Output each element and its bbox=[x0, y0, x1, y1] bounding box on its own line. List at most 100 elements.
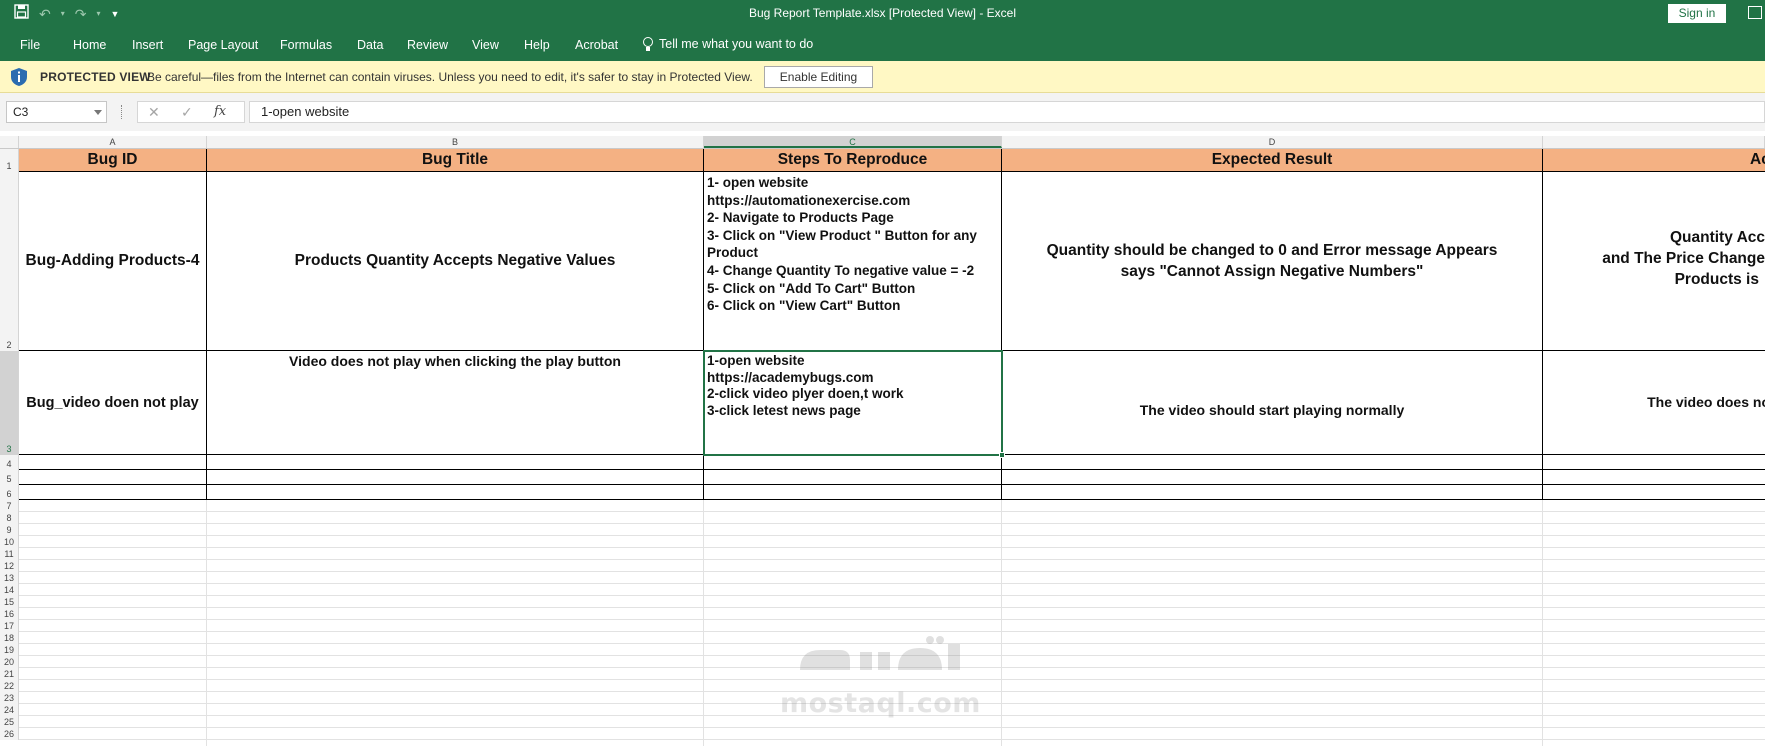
enable-editing-button[interactable]: Enable Editing bbox=[764, 66, 873, 88]
row-header-3[interactable]: 3 bbox=[0, 351, 19, 455]
header-cell-bug-id[interactable]: Bug ID bbox=[19, 149, 207, 172]
row-header-16[interactable]: 16 bbox=[0, 608, 19, 620]
formula-bar-resize-handle[interactable] bbox=[121, 105, 123, 119]
cell-a2[interactable]: Bug-Adding Products-4 bbox=[19, 172, 207, 351]
header-cell-bug-title[interactable]: Bug Title bbox=[207, 149, 704, 172]
row-header-22[interactable]: 22 bbox=[0, 680, 19, 692]
row-header-9[interactable]: 9 bbox=[0, 524, 19, 536]
row-header-12[interactable]: 12 bbox=[0, 560, 19, 572]
cell-d3[interactable]: The video should start playing normally bbox=[1002, 351, 1543, 455]
cell-a6[interactable] bbox=[19, 485, 207, 500]
row-header-6[interactable]: 6 bbox=[0, 485, 19, 500]
row-header-21[interactable]: 21 bbox=[0, 668, 19, 680]
row-header-11[interactable]: 11 bbox=[0, 548, 19, 560]
select-all-corner[interactable] bbox=[0, 136, 19, 148]
insert-function-icon[interactable]: fx bbox=[214, 104, 226, 120]
row-header-2[interactable]: 2 bbox=[0, 172, 19, 351]
row-header-4[interactable]: 4 bbox=[0, 455, 19, 470]
cell-c2[interactable]: 1- open website https://automationexerci… bbox=[704, 172, 1002, 351]
cell-c3[interactable]: 1-open website https://academybugs.com 2… bbox=[704, 351, 1002, 455]
formula-bar: C3 ✕ ✓ fx 1-open website bbox=[0, 93, 1765, 131]
name-box[interactable]: C3 bbox=[6, 101, 107, 123]
row-header-13[interactable]: 13 bbox=[0, 572, 19, 584]
cell-a5[interactable] bbox=[19, 470, 207, 485]
tab-home[interactable]: Home bbox=[73, 38, 106, 52]
column-header-e[interactable] bbox=[1543, 136, 1765, 148]
column-header-a[interactable]: A bbox=[19, 136, 207, 148]
row-header-18[interactable]: 18 bbox=[0, 632, 19, 644]
row-number: 14 bbox=[3, 585, 14, 595]
gridline bbox=[19, 715, 1765, 716]
row-header-17[interactable]: 17 bbox=[0, 620, 19, 632]
cell-b2[interactable]: Products Quantity Accepts Negative Value… bbox=[207, 172, 704, 351]
tab-acrobat[interactable]: Acrobat bbox=[575, 38, 618, 52]
tell-me-search[interactable]: Tell me what you want to do bbox=[643, 37, 813, 51]
row-header-24[interactable]: 24 bbox=[0, 704, 19, 716]
tell-me-label: Tell me what you want to do bbox=[659, 37, 814, 51]
tab-file[interactable]: File bbox=[20, 38, 40, 52]
row-header-10[interactable]: 10 bbox=[0, 536, 19, 548]
cell-e3[interactable]: The video does not pl bbox=[1543, 351, 1765, 455]
cell-b6[interactable] bbox=[207, 485, 704, 500]
cell-b3[interactable]: Video does not play when clicking the pl… bbox=[207, 351, 704, 455]
row-header-15[interactable]: 15 bbox=[0, 596, 19, 608]
sign-in-button[interactable]: Sign in bbox=[1668, 4, 1726, 23]
cell-e5[interactable] bbox=[1543, 470, 1765, 485]
cell-d5[interactable] bbox=[1002, 470, 1543, 485]
cell-e2[interactable]: Quantity Acc and The Price Change Produc… bbox=[1543, 172, 1765, 351]
tab-page-layout[interactable]: Page Layout bbox=[188, 38, 258, 52]
steps-text: 1-open website https://academybugs.com 2… bbox=[707, 353, 904, 418]
cell-d6[interactable] bbox=[1002, 485, 1543, 500]
enter-icon[interactable]: ✓ bbox=[181, 104, 193, 120]
cell-a3[interactable]: Bug_video doen not play bbox=[19, 351, 207, 455]
cell-c5[interactable] bbox=[704, 470, 1002, 485]
bug-id-text: Bug-Adding Products-4 bbox=[25, 252, 200, 269]
fill-handle[interactable] bbox=[999, 452, 1005, 458]
row-number: 3 bbox=[6, 444, 12, 454]
row-header-20[interactable]: 20 bbox=[0, 656, 19, 668]
header-cell-expected[interactable]: Expected Result bbox=[1002, 149, 1543, 172]
row-header-7[interactable]: 7 bbox=[0, 500, 19, 512]
row-number: 10 bbox=[3, 537, 14, 547]
row-header-23[interactable]: 23 bbox=[0, 692, 19, 704]
tab-help[interactable]: Help bbox=[524, 38, 550, 52]
cell-d2[interactable]: Quantity should be changed to 0 and Erro… bbox=[1002, 172, 1543, 351]
row-header-26[interactable]: 26 bbox=[0, 728, 19, 740]
cell-a4[interactable] bbox=[19, 455, 207, 470]
row-header-8[interactable]: 8 bbox=[0, 512, 19, 524]
expected-result-text: Quantity should be changed to 0 and Erro… bbox=[1046, 242, 1498, 280]
tab-formulas[interactable]: Formulas bbox=[280, 38, 332, 52]
cell-d4[interactable] bbox=[1002, 455, 1543, 470]
row-header-14[interactable]: 14 bbox=[0, 584, 19, 596]
cell-e6[interactable] bbox=[1543, 485, 1765, 500]
tab-review[interactable]: Review bbox=[407, 38, 448, 52]
row-header-1[interactable]: 1 bbox=[0, 149, 19, 172]
row-header-19[interactable]: 19 bbox=[0, 644, 19, 656]
worksheet-grid[interactable]: A B C D Bug ID Bug Title Steps To Reprod… bbox=[0, 131, 1765, 746]
cell-e4[interactable] bbox=[1543, 455, 1765, 470]
column-header-b[interactable]: B bbox=[207, 136, 704, 148]
row-number: 8 bbox=[6, 513, 12, 523]
ribbon-display-options-icon[interactable] bbox=[1748, 6, 1762, 19]
cell-c6[interactable] bbox=[704, 485, 1002, 500]
row-header-5[interactable]: 5 bbox=[0, 470, 19, 485]
gridline bbox=[19, 535, 1765, 536]
header-cell-steps[interactable]: Steps To Reproduce bbox=[704, 149, 1002, 172]
gridline bbox=[19, 727, 1765, 728]
cancel-icon[interactable]: ✕ bbox=[148, 104, 160, 120]
cell-b4[interactable] bbox=[207, 455, 704, 470]
row-header-25[interactable]: 25 bbox=[0, 716, 19, 728]
column-header-c[interactable]: C bbox=[704, 136, 1002, 148]
window-title: Bug Report Template.xlsx [Protected View… bbox=[748, 6, 1016, 20]
cell-c4[interactable] bbox=[704, 455, 1002, 470]
tab-insert[interactable]: Insert bbox=[132, 38, 163, 52]
header-cell-actual[interactable]: Ac bbox=[1543, 149, 1765, 172]
protected-view-message: Be careful—files from the Internet can c… bbox=[147, 70, 753, 84]
gridline bbox=[206, 500, 207, 746]
tab-data[interactable]: Data bbox=[357, 38, 383, 52]
name-box-dropdown-icon[interactable] bbox=[94, 110, 102, 115]
tab-view[interactable]: View bbox=[472, 38, 499, 52]
formula-input[interactable]: 1-open website bbox=[249, 101, 1765, 123]
column-header-d[interactable]: D bbox=[1002, 136, 1543, 148]
cell-b5[interactable] bbox=[207, 470, 704, 485]
